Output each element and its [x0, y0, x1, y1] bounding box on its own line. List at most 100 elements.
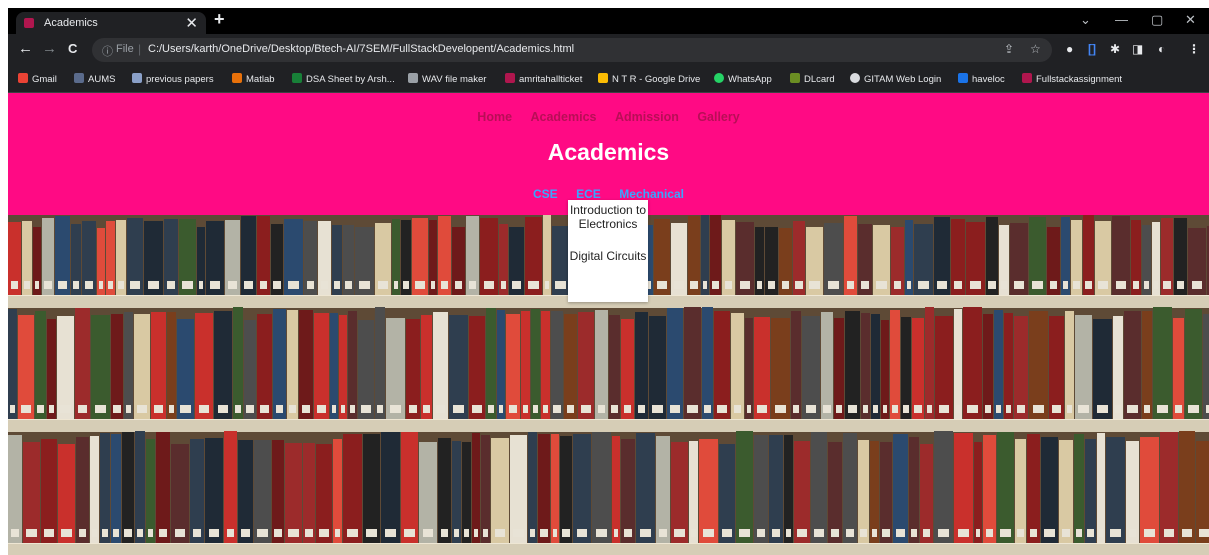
subnav-mechanical[interactable]: Mechanical [619, 187, 684, 201]
new-tab-icon[interactable]: + [214, 9, 225, 30]
book-label [349, 405, 356, 413]
book-label [78, 529, 87, 537]
back-arrow-icon[interactable]: ← [18, 40, 33, 57]
book-spine [1071, 220, 1082, 295]
book-label [9, 405, 16, 413]
book-spine [156, 432, 170, 543]
book-label [453, 529, 460, 537]
bookmark-item[interactable]: DSA Sheet by Arsh... [292, 73, 395, 85]
forward-arrow-icon[interactable]: → [42, 40, 57, 57]
book-label [440, 281, 449, 289]
bookmark-item[interactable]: amritahallticket [505, 73, 582, 85]
dlcard-icon [790, 73, 800, 83]
subnav-cse[interactable]: CSE [533, 187, 558, 201]
book-label [209, 281, 221, 289]
side-panel-icon[interactable]: ◨ [1132, 42, 1143, 56]
book-label [809, 281, 820, 289]
book-label [61, 529, 72, 537]
book-spine [375, 307, 385, 419]
book-spine [412, 218, 428, 295]
bookmark-item[interactable]: WAV file maker [408, 73, 486, 85]
book-spine [177, 319, 194, 419]
extension-icon[interactable]: ● [1066, 42, 1073, 56]
nav-admission[interactable]: Admission [615, 110, 679, 124]
book-label [785, 529, 792, 537]
book-spine [8, 309, 17, 419]
book-label [1182, 529, 1192, 537]
bookmark-item[interactable]: N T R - Google Drive [598, 73, 700, 85]
book-label [48, 405, 55, 413]
book-spine [90, 436, 99, 543]
book-label [217, 405, 229, 413]
book-spine [612, 436, 620, 543]
book-label [1176, 281, 1185, 289]
bookmark-item[interactable]: previous papers [132, 73, 214, 85]
bookmark-item[interactable]: GITAM Web Login [850, 73, 941, 85]
book-label [415, 281, 425, 289]
book-label [208, 529, 220, 537]
book-spine [100, 433, 110, 543]
book-spine [233, 307, 243, 419]
reload-icon[interactable]: C [68, 41, 77, 56]
bookmark-item[interactable]: WhatsApp [714, 73, 772, 85]
close-window-icon[interactable]: ✕ [1185, 12, 1196, 28]
book-spine [1142, 311, 1152, 419]
bookmark-star-icon[interactable]: ☆ [1030, 42, 1041, 56]
book-label [340, 405, 346, 413]
book-spine [1140, 437, 1159, 543]
bookmark-item[interactable]: Gmail [18, 73, 57, 85]
book-label [522, 405, 529, 413]
extensions-puzzle-icon[interactable]: ✱ [1110, 42, 1120, 56]
book-spine [303, 443, 315, 543]
book-spine [564, 314, 577, 419]
book-spine [793, 221, 805, 295]
book-spine [1179, 431, 1195, 543]
address-bar[interactable]: ⓘ File | C:/Users/karth/OneDrive/Desktop… [92, 38, 1052, 62]
book-spine [551, 311, 563, 419]
book-label [73, 281, 79, 289]
book-label [513, 529, 524, 537]
plus-sheet-icon [292, 73, 302, 83]
book-spine [304, 221, 317, 295]
bookmark-item[interactable]: Fullstackassignment [1022, 73, 1122, 85]
book-spine [241, 216, 256, 295]
profile-avatar-icon[interactable]: ◐ [1158, 42, 1165, 56]
nav-home[interactable]: Home [477, 110, 512, 124]
tab-academics[interactable]: Academics ✕ [16, 12, 206, 34]
book-spine [824, 223, 843, 295]
nav-gallery[interactable]: Gallery [697, 110, 739, 124]
tab-search-chevron-icon[interactable]: ⌄ [1080, 12, 1091, 28]
bookmark-item[interactable]: haveloc [958, 73, 1005, 85]
menu-kebab-icon[interactable]: ⋮ [1188, 42, 1200, 56]
nav-academics[interactable]: Academics [530, 110, 596, 124]
bookmark-item[interactable]: AUMS [74, 73, 115, 85]
extension-icon[interactable]: [] [1088, 42, 1096, 56]
dropdown-item-digital-circuits[interactable]: Digital Circuits [568, 246, 648, 263]
close-tab-icon[interactable]: ✕ [185, 14, 198, 32]
book-spine [649, 316, 666, 419]
book-spine [348, 311, 357, 419]
book-label [1163, 281, 1171, 289]
subnav-ece[interactable]: ECE [576, 187, 601, 201]
book-spine [401, 220, 411, 295]
book-spine [75, 308, 90, 419]
book-label [158, 529, 168, 537]
site-info-icon[interactable]: ⓘ [102, 43, 113, 59]
book-spine [111, 434, 121, 543]
bookmark-item[interactable]: Matlab [232, 73, 275, 85]
browser-window: Academics ✕ + ⌄ — ▢ ✕ ← → C ⓘ File | C:/… [8, 8, 1209, 555]
maximize-icon[interactable]: ▢ [1151, 12, 1163, 28]
dropdown-item-intro-electronics[interactable]: Introduction to Electronics [568, 200, 648, 231]
scheme-label: File [116, 43, 134, 55]
share-icon[interactable]: ⇪ [1004, 42, 1014, 56]
book-label [98, 281, 104, 289]
book-label [690, 281, 698, 289]
minimize-icon[interactable]: — [1115, 12, 1128, 27]
book-spine [111, 314, 123, 419]
book-spine [909, 437, 919, 543]
book-spine [82, 221, 96, 295]
book-label [44, 281, 52, 289]
bookmark-item[interactable]: DLcard [790, 73, 835, 85]
url-text[interactable]: C:/Users/karth/OneDrive/Desktop/Btech-AI… [148, 43, 574, 55]
book-spine [811, 432, 827, 543]
